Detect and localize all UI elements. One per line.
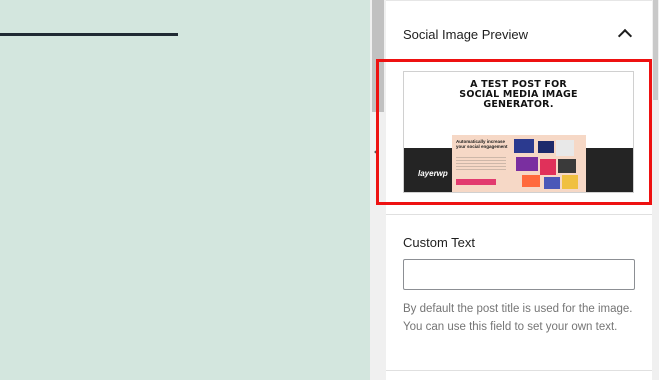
social-image-preview: A TEST POST FOR SOCIAL MEDIA IMAGE GENER… — [403, 71, 634, 193]
preview-thumbnail — [538, 141, 554, 153]
preview-featured-image: Automatically increase your social engag… — [452, 135, 586, 192]
panel-border — [386, 0, 652, 1]
divider — [386, 214, 652, 215]
preview-card-body — [456, 157, 506, 171]
custom-text-help: By default the post title is used for th… — [403, 303, 633, 333]
custom-text-input[interactable] — [403, 259, 635, 290]
preview-thumbnail — [556, 140, 574, 156]
divider — [386, 370, 652, 371]
preview-thumbnail — [558, 159, 576, 173]
preview-thumbnail — [514, 139, 534, 153]
panel-header[interactable]: Social Image Preview — [386, 8, 652, 60]
preview-logo: layerwp — [418, 169, 448, 178]
preview-thumbnail — [562, 175, 578, 189]
custom-text-label: Custom Text — [403, 235, 476, 250]
preview-card-button — [456, 179, 496, 185]
chevron-up-icon[interactable] — [617, 28, 633, 44]
preview-thumbnail — [522, 175, 540, 187]
preview-headline: A TEST POST FOR SOCIAL MEDIA IMAGE GENER… — [404, 80, 633, 110]
preview-card-title: Automatically increase your social engag… — [456, 139, 508, 149]
panel-title: Social Image Preview — [403, 26, 528, 42]
preview-thumbnail — [544, 177, 560, 189]
sidebar-scrollbar-thumb[interactable] — [653, 0, 658, 100]
sidebar-scrollbar[interactable] — [652, 0, 659, 380]
separator-line — [0, 33, 178, 36]
preview-headline-line: GENERATOR. — [483, 99, 554, 110]
preview-thumbnail — [516, 157, 538, 171]
editor-canvas — [0, 0, 370, 380]
preview-thumbnail — [540, 159, 556, 175]
